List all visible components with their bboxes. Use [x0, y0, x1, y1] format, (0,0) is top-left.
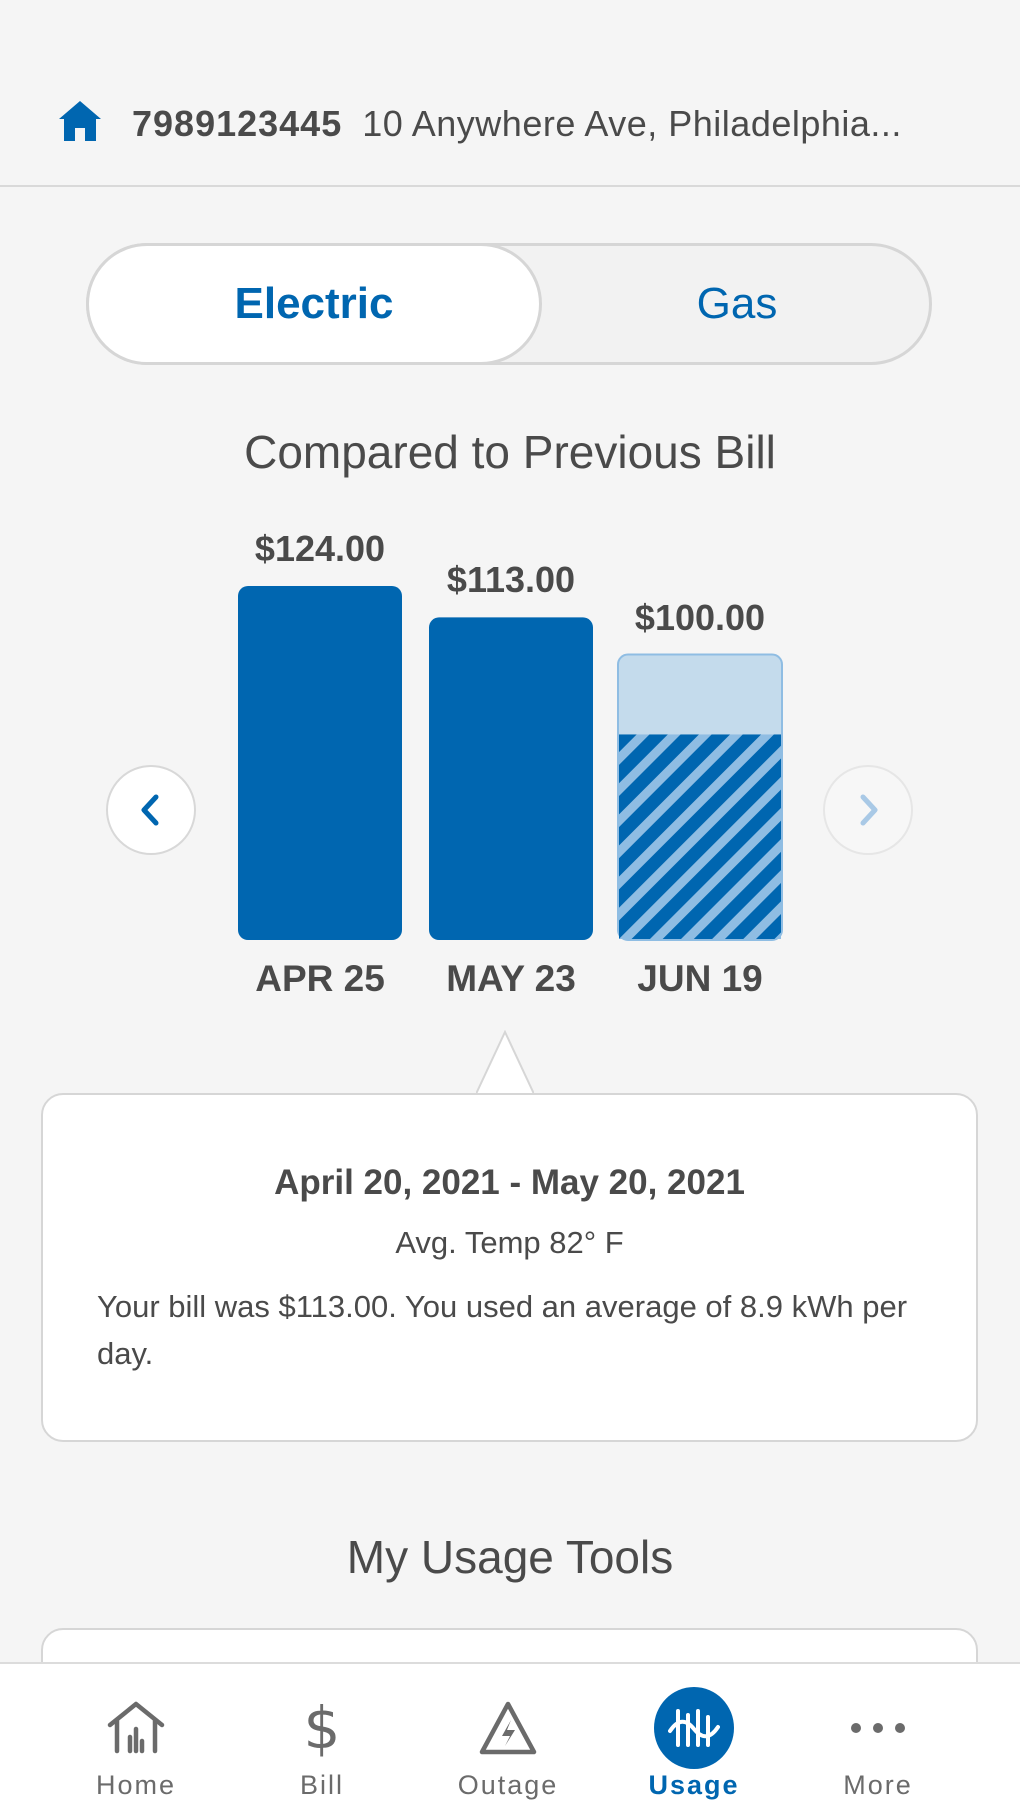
comparison-title: Compared to Previous Bill: [244, 426, 776, 478]
bar-projected-fill: [619, 734, 781, 939]
bottom-tab-bar: Home $ Bill Outage Usage More: [0, 1662, 1020, 1813]
dollar-icon: $: [303, 1694, 341, 1762]
billing-period: April 20, 2021 - May 20, 2021: [274, 1163, 745, 1202]
tab-bill-label: Bill: [299, 1770, 344, 1800]
bar-date-label: MAY 23: [446, 958, 576, 999]
tab-bill[interactable]: $ Bill: [220, 1664, 424, 1813]
tab-home[interactable]: Home: [34, 1664, 238, 1813]
bar-may-23[interactable]: [429, 617, 593, 940]
bar-apr-25[interactable]: [238, 586, 402, 940]
home-bars-icon: [96, 1688, 176, 1768]
card-pointer: [476, 1030, 534, 1096]
bill-summary: Your bill was $113.00. You used an avera…: [97, 1289, 908, 1371]
utility-type-toggle: Electric Gas: [86, 243, 932, 365]
account-number: 7989123445: [132, 103, 343, 144]
usage-tools-title: My Usage Tools: [346, 1531, 674, 1583]
ellipsis-icon: [838, 1688, 918, 1768]
home-icon: [59, 101, 101, 141]
gas-tab[interactable]: Gas: [542, 243, 932, 365]
average-temperature: Avg. Temp 82° F: [395, 1225, 624, 1260]
bill-detail-card: April 20, 2021 - May 20, 2021 Avg. Temp …: [41, 1093, 978, 1442]
bar-date-label: JUN 19: [637, 958, 763, 999]
tab-outage-label: Outage: [457, 1770, 559, 1800]
bar-date-label: APR 25: [255, 958, 385, 999]
bar-value-label: $100.00: [634, 596, 766, 638]
tab-outage[interactable]: Outage: [406, 1664, 610, 1813]
tab-more-label: More: [843, 1770, 913, 1800]
usage-wave-icon: [654, 1687, 734, 1769]
electric-tab[interactable]: Electric: [86, 243, 542, 365]
bar-value-label: $113.00: [446, 559, 576, 601]
bill-comparison-chart: $124.00 APR 25 $113.00 MAY 23 $100.00 JUN 19: [0, 500, 1020, 1020]
bar-value-label: $124.00: [254, 528, 386, 569]
tab-more[interactable]: More: [776, 1664, 980, 1813]
tab-usage-label: Usage: [648, 1770, 740, 1800]
tab-usage[interactable]: Usage: [592, 1664, 796, 1813]
account-address: 10 Anywhere Ave, Philadelphia...: [362, 103, 902, 144]
tab-home-label: Home: [95, 1770, 177, 1800]
account-header[interactable]: 7989123445 10 Anywhere Ave, Philadelphia…: [0, 0, 1020, 187]
warning-bolt-icon: [468, 1688, 548, 1768]
